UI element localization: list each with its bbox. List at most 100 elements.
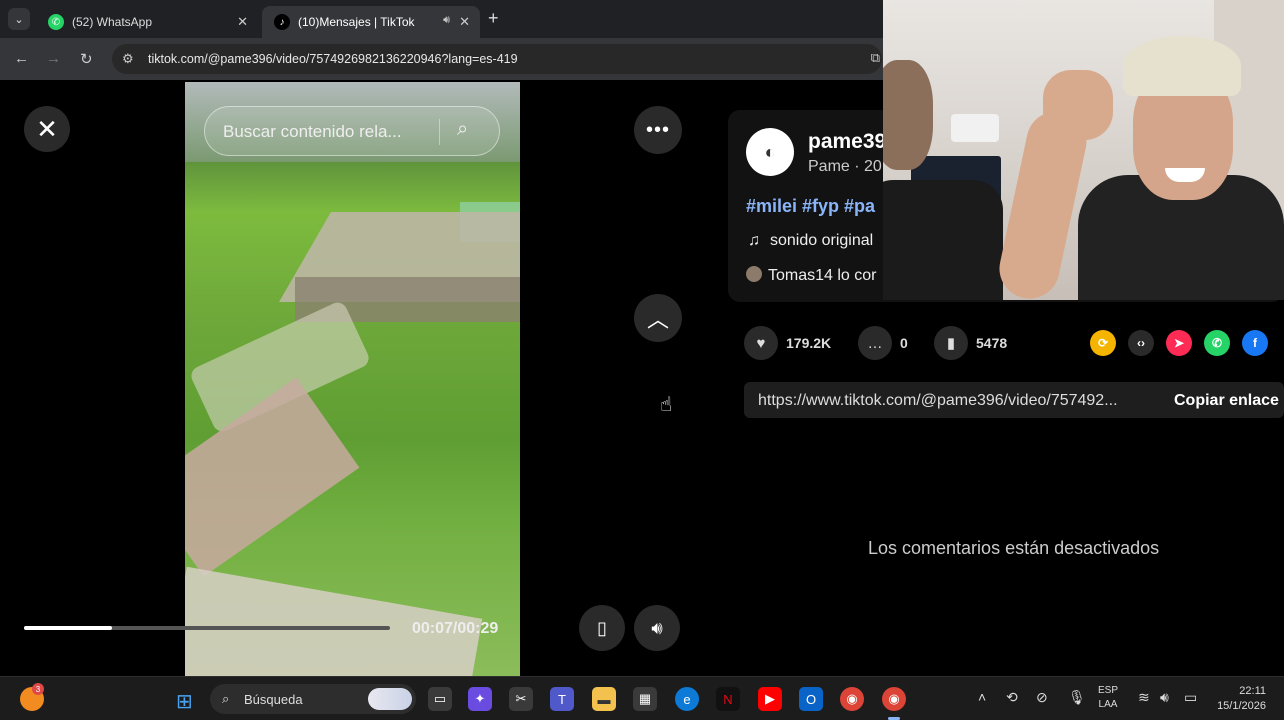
url-text[interactable]: tiktok.com/@pame396/video/75749269821362… xyxy=(148,52,518,66)
cam-person-left-body xyxy=(883,180,1003,300)
whatsapp-share-icon[interactable]: ✆ xyxy=(1204,330,1230,356)
lang-top: ESP xyxy=(1098,685,1119,696)
search-divider xyxy=(439,119,440,145)
windows-taskbar: 3 ⊞ ⌕ Búsqueda ▭ ✦ ✂ T ▬ ▦ e N ▶ O ◉ ◉ ˄… xyxy=(0,676,1284,720)
liked-by-row: Tomas14 lo cor xyxy=(746,266,877,285)
speaker-icon[interactable]: 🔊︎ xyxy=(443,14,450,27)
comment-icon: … xyxy=(858,326,892,360)
snipping-tool-icon[interactable]: ✂ xyxy=(509,687,533,711)
copy-link-button[interactable]: Copiar enlace xyxy=(1174,392,1279,410)
video-time: 00:07/00:29 xyxy=(412,620,499,637)
comments-disabled-message: Los comentarios están desactivados xyxy=(868,538,1160,558)
more-options-button[interactable]: ••• xyxy=(634,106,682,154)
tab-label: (52) WhatsApp xyxy=(72,15,153,29)
close-tab-icon[interactable]: ✕ xyxy=(237,14,248,30)
search-placeholder: Buscar contenido rela... xyxy=(223,122,402,141)
tray-overflow-icon[interactable]: ˄ xyxy=(978,689,986,705)
cam-person-left-head xyxy=(883,60,933,170)
music-label: sonido original xyxy=(770,232,874,249)
task-view-icon[interactable]: ▭ xyxy=(428,687,452,711)
author-subtitle: Pame · 20 xyxy=(808,158,882,175)
repost-icon[interactable]: ⟳ xyxy=(1090,330,1116,356)
music-row[interactable]: ♫ sonido original xyxy=(748,232,873,250)
whatsapp-icon: ✆ xyxy=(48,14,64,30)
engagement-row: ♥ 179.2K … 0 ▮ 5478 ⟳ ‹› ➤ ✆ f xyxy=(744,326,1284,360)
sync-icon[interactable]: ⟲ xyxy=(1006,689,1018,706)
new-tab-button[interactable]: + xyxy=(488,8,499,29)
chrome-icon[interactable]: ◉ xyxy=(840,687,864,711)
search-icon: ⌕ xyxy=(222,691,230,706)
volume-icon[interactable]: 🔊︎ xyxy=(1160,689,1169,706)
bookmark-icon: ▮ xyxy=(934,326,968,360)
file-explorer-icon[interactable]: ▬ xyxy=(592,687,616,711)
mouse-cursor-icon: ☝︎ xyxy=(660,394,673,416)
embed-icon[interactable]: ‹› xyxy=(1128,330,1154,356)
like-count: 179.2K xyxy=(786,335,832,351)
reload-icon[interactable]: ↻ xyxy=(80,50,93,68)
video-progress-bar[interactable] xyxy=(24,626,390,630)
widgets-badge: 3 xyxy=(32,683,44,695)
screen: ⌄ ✆ (52) WhatsApp ✕ ♪ (10)Mensajes | Tik… xyxy=(0,0,1284,720)
liked-by-text: Tomas14 lo cor xyxy=(768,267,877,284)
copilot-icon[interactable]: ✦ xyxy=(468,687,492,711)
send-icon[interactable]: ➤ xyxy=(1166,330,1192,356)
volume-button[interactable]: 🔊︎ xyxy=(634,605,680,651)
youtube-icon[interactable]: ▶ xyxy=(758,687,782,711)
picture-in-picture-button[interactable]: ▯ xyxy=(579,605,625,651)
back-icon[interactable]: ← xyxy=(14,50,29,67)
battery-icon[interactable]: ▭ xyxy=(1184,689,1197,706)
clock-time: 22:11 xyxy=(1239,685,1266,697)
edge-icon[interactable]: e xyxy=(675,687,699,711)
chrome-active-icon[interactable]: ◉ xyxy=(882,687,906,720)
music-note-icon: ♫ xyxy=(748,232,760,249)
comment-count: 0 xyxy=(900,335,908,351)
heart-icon: ♥ xyxy=(744,326,778,360)
tab-whatsapp[interactable]: ✆ (52) WhatsApp ✕ xyxy=(36,6,258,38)
share-link-text[interactable]: https://www.tiktok.com/@pame396/video/75… xyxy=(758,392,1118,410)
clock-date: 15/1/2026 xyxy=(1217,700,1266,712)
clock[interactable]: 22:11 15/1/2026 xyxy=(1210,684,1266,714)
search-icon[interactable]: ⌕ xyxy=(457,118,468,141)
share-link-box: https://www.tiktok.com/@pame396/video/75… xyxy=(744,382,1284,418)
windows-start-icon[interactable]: ⊞ xyxy=(176,689,193,714)
lang-bottom: LAA xyxy=(1098,699,1118,710)
taskbar-search-label: Búsqueda xyxy=(244,692,303,707)
tiktok-icon: ♪ xyxy=(274,14,290,30)
tab-label: (10)Mensajes | TikTok xyxy=(298,15,415,29)
related-search-input[interactable]: Buscar contenido rela... ⌕ xyxy=(204,106,500,156)
microphone-icon[interactable]: 🎙︎ xyxy=(1068,689,1086,706)
close-tab-icon[interactable]: ✕ xyxy=(459,14,470,30)
liker-avatar xyxy=(746,266,762,282)
network-off-icon[interactable]: ⊘ xyxy=(1036,689,1048,706)
search-highlight-image xyxy=(368,688,412,710)
microsoft-store-icon[interactable]: ▦ xyxy=(633,687,657,711)
tab-search-button[interactable]: ⌄ xyxy=(8,8,30,30)
address-bar[interactable]: ⚙︎ tiktok.com/@pame396/video/75749269821… xyxy=(112,44,882,74)
save-count: 5478 xyxy=(976,335,1008,351)
previous-video-button[interactable]: ︿ xyxy=(634,294,682,342)
webcam-overlay xyxy=(883,0,1284,300)
comment-button[interactable]: … 0 xyxy=(858,326,908,360)
input-language[interactable]: ESP LAA xyxy=(1098,684,1118,712)
tab-tiktok[interactable]: ♪ (10)Mensajes | TikTok 🔊︎ ✕ xyxy=(262,6,480,38)
video-player[interactable] xyxy=(185,82,520,676)
facebook-share-icon[interactable]: f xyxy=(1242,330,1268,356)
wifi-icon[interactable]: ≋ xyxy=(1138,689,1150,706)
forward-icon[interactable]: → xyxy=(46,50,61,67)
cam-person-right-hand xyxy=(1043,70,1113,140)
save-button[interactable]: ▮ 5478 xyxy=(934,326,1007,360)
cam-air-conditioner xyxy=(951,114,999,142)
author-name[interactable]: pame39 xyxy=(808,130,886,154)
like-button[interactable]: ♥ 179.2K xyxy=(744,326,831,360)
video-progress-fill xyxy=(24,626,112,630)
cam-person-right-hair xyxy=(1123,36,1241,96)
outlook-icon[interactable]: O xyxy=(799,687,823,711)
install-app-icon[interactable]: ⧉ xyxy=(871,50,880,66)
hashtags[interactable]: #milei #fyp #pa xyxy=(746,196,875,217)
taskbar-search[interactable]: ⌕ Búsqueda xyxy=(210,684,416,714)
teams-icon[interactable]: T xyxy=(550,687,574,711)
close-video-button[interactable]: ✕ xyxy=(24,106,70,152)
avatar[interactable]: ◐ xyxy=(746,128,794,176)
site-settings-icon[interactable]: ⚙︎ xyxy=(122,51,134,67)
netflix-icon[interactable]: N xyxy=(716,687,740,711)
